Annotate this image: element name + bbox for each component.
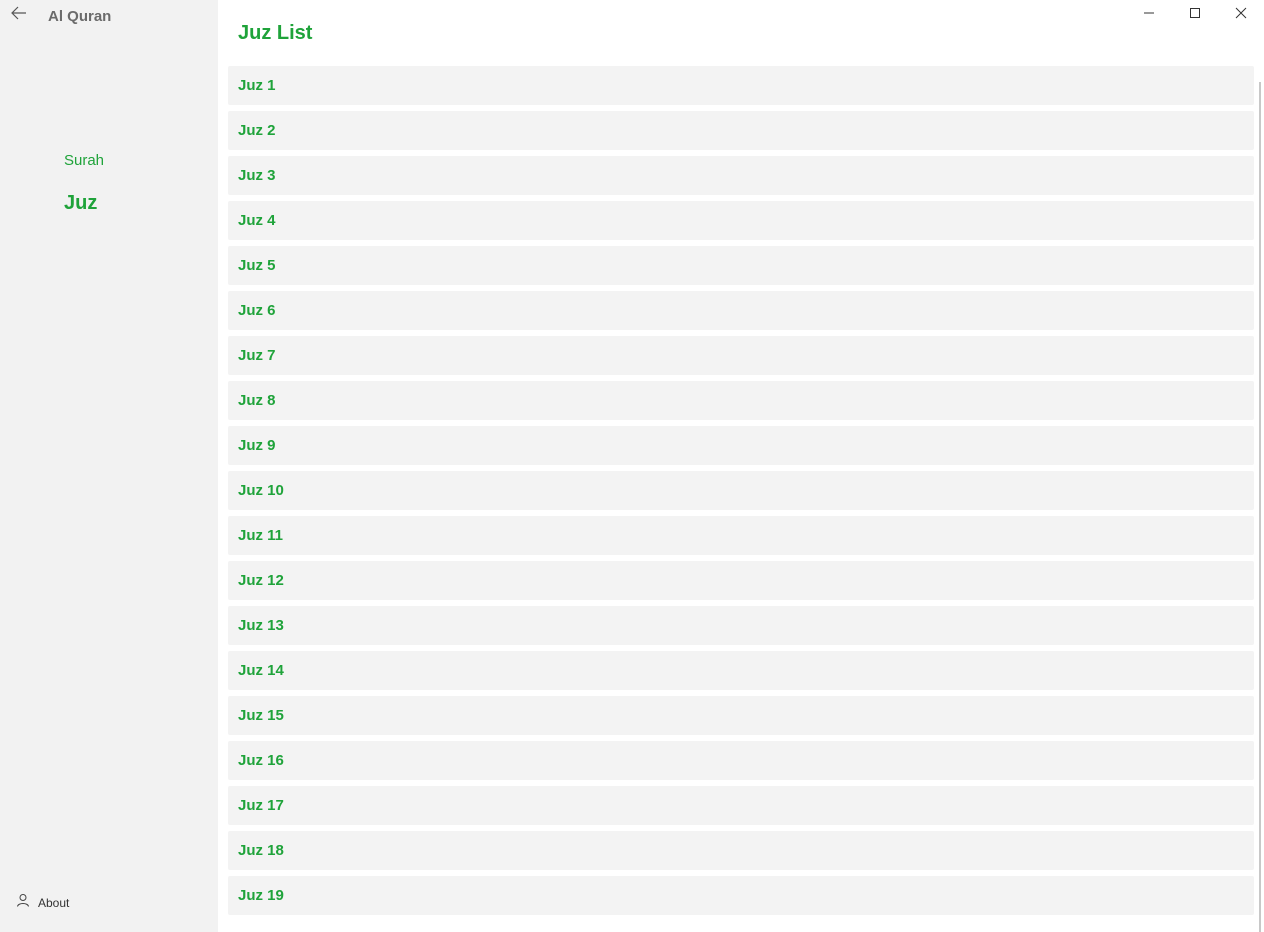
juz-label: Juz 14 [238, 662, 284, 679]
juz-label: Juz 10 [238, 482, 284, 499]
minimize-button[interactable] [1126, 0, 1172, 30]
juz-list: Juz 1 Juz 2 Juz 3 Juz 4 Juz 5 Juz 6 Juz … [228, 66, 1254, 932]
back-button[interactable] [6, 2, 32, 28]
page-title: Juz List [238, 22, 313, 44]
juz-label: Juz 1 [238, 77, 276, 94]
close-icon [1235, 6, 1247, 24]
juz-list-item[interactable]: Juz 7 [228, 336, 1254, 375]
juz-list-item[interactable]: Juz 8 [228, 381, 1254, 420]
juz-label: Juz 17 [238, 797, 284, 814]
juz-label: Juz 2 [238, 122, 276, 139]
juz-label: Juz 4 [238, 212, 276, 229]
juz-list-item[interactable]: Juz 10 [228, 471, 1254, 510]
minimize-icon [1143, 6, 1155, 24]
maximize-icon [1189, 6, 1201, 24]
juz-label: Juz 13 [238, 617, 284, 634]
app-window: Al Quran Surah Juz About Juz List Juz 1 … [0, 0, 1264, 932]
person-icon [16, 893, 30, 912]
juz-list-item[interactable]: Juz 9 [228, 426, 1254, 465]
juz-list-item[interactable]: Juz 13 [228, 606, 1254, 645]
sidebar-item-juz[interactable]: Juz [64, 192, 97, 215]
juz-label: Juz 19 [238, 887, 284, 904]
juz-label: Juz 18 [238, 842, 284, 859]
arrow-left-icon [11, 6, 27, 25]
juz-list-item[interactable]: Juz 15 [228, 696, 1254, 735]
juz-list-item[interactable]: Juz 16 [228, 741, 1254, 780]
juz-list-item[interactable]: Juz 12 [228, 561, 1254, 600]
juz-label: Juz 5 [238, 257, 276, 274]
about-button[interactable]: About [16, 893, 69, 912]
sidebar: Al Quran Surah Juz About [0, 0, 218, 932]
juz-label: Juz 3 [238, 167, 276, 184]
juz-list-item[interactable]: Juz 18 [228, 831, 1254, 870]
maximize-button[interactable] [1172, 0, 1218, 30]
close-button[interactable] [1218, 0, 1264, 30]
juz-list-item[interactable]: Juz 3 [228, 156, 1254, 195]
juz-label: Juz 8 [238, 392, 276, 409]
juz-list-item[interactable]: Juz 14 [228, 651, 1254, 690]
juz-list-item[interactable]: Juz 2 [228, 111, 1254, 150]
juz-list-item[interactable]: Juz 11 [228, 516, 1254, 555]
juz-label: Juz 7 [238, 347, 276, 364]
juz-label: Juz 12 [238, 572, 284, 589]
sidebar-item-surah[interactable]: Surah [64, 152, 104, 169]
juz-list-item[interactable]: Juz 4 [228, 201, 1254, 240]
juz-list-item[interactable]: Juz 17 [228, 786, 1254, 825]
juz-label: Juz 16 [238, 752, 284, 769]
app-title: Al Quran [48, 8, 112, 25]
about-label: About [38, 895, 70, 910]
juz-list-item[interactable]: Juz 5 [228, 246, 1254, 285]
juz-label: Juz 6 [238, 302, 276, 319]
juz-list-item[interactable]: Juz 1 [228, 66, 1254, 105]
juz-label: Juz 15 [238, 707, 284, 724]
list-scrollbar[interactable] [1259, 82, 1261, 932]
juz-list-item[interactable]: Juz 19 [228, 876, 1254, 915]
juz-list-item[interactable]: Juz 6 [228, 291, 1254, 330]
juz-label: Juz 9 [238, 437, 276, 454]
juz-label: Juz 11 [238, 527, 284, 544]
